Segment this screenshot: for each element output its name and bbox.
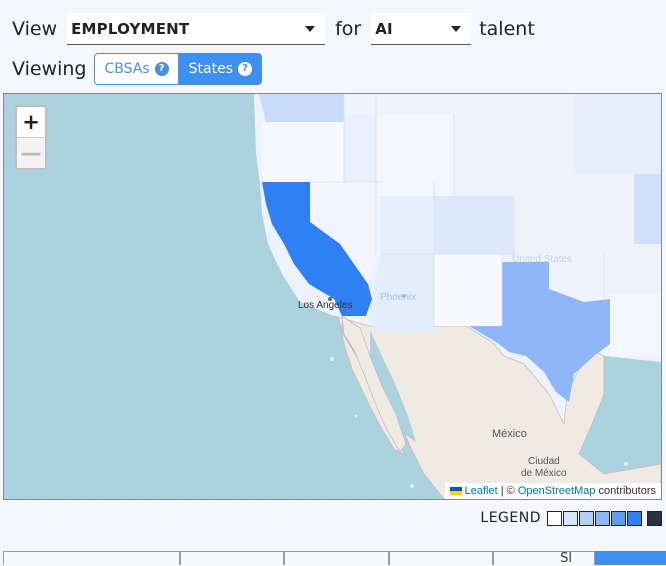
table-header-text: Sl [560, 552, 572, 566]
map-attribution: Leaflet | © OpenStreetMap contributors [444, 483, 661, 499]
table-header-cell-active[interactable] [595, 551, 666, 565]
question-circle-icon[interactable]: ? [238, 62, 252, 76]
island [330, 357, 334, 361]
states-toggle-button[interactable]: States ? [178, 53, 262, 85]
label-phoenix: Phoenix [380, 292, 416, 303]
ukraine-flag-icon [449, 487, 462, 496]
map-view[interactable]: Los Angeles Phoenix United States México… [3, 93, 662, 500]
geo-toggle: CBSAs ? States ? [94, 53, 262, 85]
leaflet-link[interactable]: Leaflet [465, 485, 498, 497]
state-east-blue [634, 174, 661, 244]
label-mexico-city-2: de México [521, 468, 567, 479]
talent-select-value: AI [375, 19, 393, 38]
attribution-suffix: contributors [595, 485, 656, 497]
legend-swatch [563, 510, 578, 526]
zoom-in-button[interactable]: + [17, 107, 45, 137]
table-header-cell[interactable] [180, 551, 284, 565]
cbsas-toggle-button[interactable]: CBSAs ? [94, 53, 179, 85]
legend: LEGEND [480, 510, 662, 526]
table-header-cell[interactable]: Sl [493, 551, 595, 566]
metric-select[interactable]: EMPLOYMENT [67, 13, 326, 45]
zoom-out-button[interactable]: — [17, 137, 45, 168]
attribution-separator: | © [497, 485, 518, 497]
island [410, 484, 414, 488]
state-louisiana-east [610, 294, 661, 356]
table-header-cell[interactable] [3, 551, 180, 565]
label-united-states: United States [512, 254, 572, 265]
states-label: States [188, 61, 233, 77]
viewing-row: Viewing CBSAs ? States ? [12, 53, 262, 85]
table-header-cell[interactable] [284, 551, 389, 565]
chevron-down-icon [305, 26, 316, 32]
question-circle-icon[interactable]: ? [154, 62, 169, 76]
metric-select-value: EMPLOYMENT [71, 19, 190, 38]
view-label: View [12, 18, 58, 40]
island [624, 462, 628, 466]
talent-select[interactable]: AI [371, 13, 472, 45]
state-east [574, 94, 661, 174]
state-washington [259, 94, 344, 122]
view-controls-row: View EMPLOYMENT for AI talent [12, 12, 535, 46]
island [354, 414, 358, 418]
state-new-mexico [434, 254, 502, 326]
map-canvas[interactable]: Los Angeles Phoenix United States México… [4, 94, 661, 499]
chevron-down-icon [451, 26, 462, 32]
legend-swatch [627, 510, 642, 526]
label-mexico: México [492, 428, 527, 440]
state-montana [344, 94, 474, 114]
cbsas-label: CBSAs [104, 61, 150, 77]
legend-swatches [546, 510, 662, 526]
label-mexico-city-1: Ciudad [528, 456, 560, 467]
label-los-angeles: Los Angeles [298, 300, 353, 311]
zoom-control: + — [15, 105, 47, 170]
legend-swatch [547, 510, 562, 526]
legend-swatch [595, 510, 610, 526]
openstreetmap-link[interactable]: OpenStreetMap [518, 485, 596, 497]
viewing-label: Viewing [12, 58, 87, 80]
legend-swatch [647, 510, 662, 526]
data-table-header: Sl [3, 551, 666, 566]
state-wyoming [376, 114, 454, 196]
for-label: for [335, 18, 362, 40]
state-oregon [262, 122, 344, 182]
table-header-cell[interactable] [389, 551, 493, 565]
talent-label: talent [479, 18, 535, 40]
state-colorado [434, 196, 514, 254]
legend-label: LEGEND [480, 510, 541, 526]
legend-swatch [611, 510, 626, 526]
legend-swatch [579, 510, 594, 526]
